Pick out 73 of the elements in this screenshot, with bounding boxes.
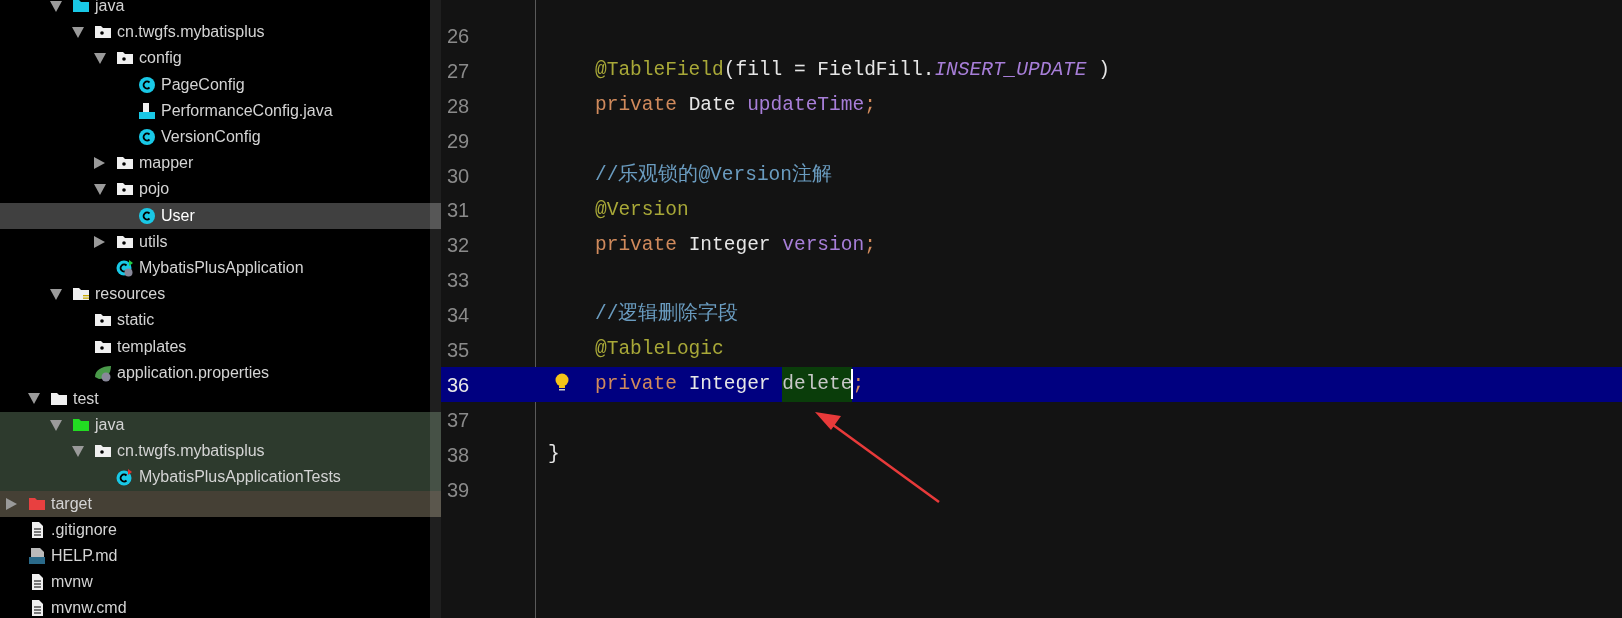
file-name[interactable]: HELP.md [51, 544, 118, 569]
line-number: 35 [447, 337, 470, 363]
code-line: @Version [595, 197, 689, 223]
properties-file-icon [94, 363, 112, 382]
file-name[interactable]: templates [117, 334, 187, 359]
line-number: 28 [447, 93, 470, 119]
expanded-arrow-icon[interactable] [72, 26, 84, 38]
file-name[interactable]: VersionConfig [161, 125, 261, 150]
expanded-arrow-icon[interactable] [94, 183, 106, 195]
class-icon [138, 75, 156, 94]
line-number: 39 [447, 477, 470, 503]
collapsed-arrow-icon[interactable] [6, 497, 17, 510]
folder-name[interactable]: pojo [139, 177, 170, 202]
code-line: private Date updateTime; [595, 92, 876, 118]
folder-name[interactable]: java [95, 0, 125, 19]
tree-row[interactable]: MybatisPlusApplicationTests [0, 464, 441, 491]
file-name[interactable]: PageConfig [161, 72, 245, 97]
line-number: 37 [447, 407, 470, 433]
code-line: private Integer delete; [595, 367, 865, 403]
file-name[interactable]: static [117, 308, 155, 333]
line-number: 33 [447, 268, 470, 294]
file-name[interactable]: User [161, 203, 195, 228]
tree-row[interactable]: target [0, 490, 441, 517]
tree-row[interactable]: cn.twgfs.mybatisplus [0, 438, 441, 465]
java-file-icon [138, 101, 156, 120]
file-name[interactable]: PerformanceConfig.java [161, 98, 333, 123]
expanded-arrow-icon[interactable] [50, 288, 62, 300]
folder-name[interactable]: test [73, 386, 99, 411]
file-name[interactable]: MybatisPlusApplication [139, 255, 304, 280]
expanded-arrow-icon[interactable] [94, 52, 106, 64]
line-number: 27 [447, 58, 470, 84]
class-icon [138, 206, 156, 225]
scrollbar-track[interactable] [430, 0, 441, 618]
collapsed-arrow-icon[interactable] [94, 157, 105, 170]
class-icon [116, 468, 134, 487]
line-number: 29 [447, 128, 470, 154]
expanded-arrow-icon[interactable] [50, 0, 62, 12]
code-line: private Integer version; [595, 232, 876, 258]
folder-name[interactable]: cn.twgfs.mybatisplus [117, 20, 265, 45]
expanded-arrow-icon[interactable] [28, 393, 40, 405]
collapsed-arrow-icon[interactable] [94, 235, 105, 248]
code-line: //乐观锁的@Version注解 [595, 162, 833, 188]
file-name[interactable]: mvnw [51, 570, 93, 595]
tree-row[interactable]: java [0, 412, 441, 439]
lightbulb-icon[interactable] [554, 373, 570, 394]
folder-name[interactable]: resources [95, 282, 166, 307]
tree-row[interactable]: User [0, 202, 441, 229]
folder-name[interactable]: mapper [139, 151, 194, 176]
code-line: } [548, 441, 560, 467]
line-number: 36 [447, 372, 470, 398]
folder-name[interactable]: config [139, 46, 182, 71]
folder-name[interactable]: java [95, 413, 125, 438]
expanded-arrow-icon[interactable] [72, 445, 84, 457]
line-number: 26 [447, 23, 470, 49]
expanded-arrow-icon[interactable] [50, 419, 62, 431]
file-name[interactable]: mvnw.cmd [51, 596, 127, 618]
code-line: @TableLogic [595, 337, 724, 363]
file-name[interactable]: .gitignore [51, 517, 117, 542]
file-name[interactable]: MybatisPlusApplicationTests [139, 465, 341, 490]
folder-name[interactable]: cn.twgfs.mybatisplus [117, 439, 265, 464]
folder-name[interactable]: target [51, 491, 92, 516]
line-number: 30 [447, 163, 470, 189]
code-line: @TableField(fill = FieldFill.INSERT_UPDATE ) [595, 58, 1110, 84]
line-number: 34 [447, 303, 470, 329]
line-number: 38 [447, 442, 470, 468]
class-icon [116, 258, 134, 277]
code-line: //逻辑删除字段 [595, 301, 739, 328]
folder-name[interactable]: utils [139, 229, 168, 254]
markdown-file-icon [28, 547, 46, 566]
line-number: 31 [447, 198, 470, 224]
file-name[interactable]: application.properties [117, 360, 270, 385]
class-icon [138, 128, 156, 147]
line-number: 32 [447, 233, 470, 259]
